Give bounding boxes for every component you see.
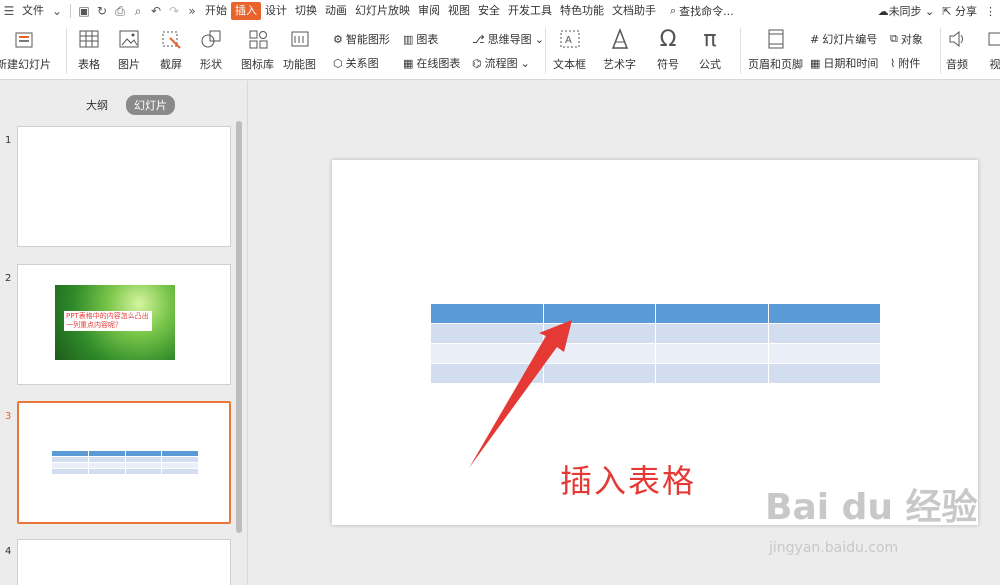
annotation-caption: 插入表格: [560, 462, 697, 500]
baidu-watermark: Bai du 经验 jingyan.baidu.com: [765, 478, 978, 556]
baidu-logo: Bai du 经验: [765, 487, 978, 528]
watermark-url: jingyan.baidu.com: [769, 540, 899, 556]
